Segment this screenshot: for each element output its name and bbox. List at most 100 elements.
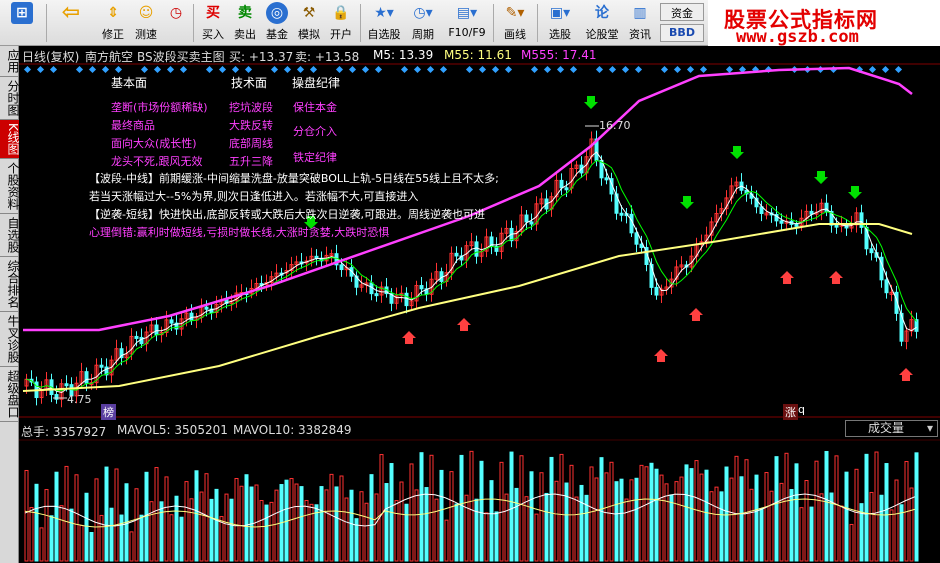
sidebar-tab[interactable]: 超级盘口 bbox=[0, 367, 20, 422]
period-button[interactable]: ◷▾ 周期 bbox=[406, 2, 440, 44]
volume-bar bbox=[69, 508, 74, 562]
volume-bar bbox=[294, 483, 299, 562]
home-button[interactable]: ⊞ bbox=[4, 2, 40, 44]
col2-item: 底部周线 bbox=[229, 137, 273, 150]
sidebar-tab[interactable]: 自选股 bbox=[0, 214, 20, 257]
signal-diamond bbox=[491, 65, 500, 74]
signal-diamond bbox=[101, 65, 110, 74]
buy-arrow-icon bbox=[899, 368, 913, 381]
signal-diamond bbox=[608, 65, 617, 74]
volume-bar bbox=[849, 523, 854, 562]
volume-bar bbox=[234, 478, 239, 562]
volume-bar bbox=[114, 468, 119, 562]
volume-bar bbox=[399, 481, 404, 562]
volume-bar bbox=[549, 456, 554, 562]
speed-test-button[interactable]: ☺ 测速 bbox=[131, 2, 161, 44]
capital-button[interactable]: 资金 bbox=[660, 3, 704, 21]
volume-bar bbox=[329, 473, 334, 562]
kline-chart[interactable] bbox=[19, 46, 940, 563]
volume-bar bbox=[719, 491, 724, 562]
f10-button[interactable]: ▤▾ F10/F9 bbox=[444, 2, 490, 44]
draw-line-label: 画线 bbox=[504, 28, 526, 41]
revise-button[interactable]: ⇕ 修正 bbox=[97, 2, 129, 44]
volume-bar bbox=[704, 469, 709, 562]
volume-bar bbox=[44, 489, 49, 562]
news-label: 资讯 bbox=[629, 28, 651, 41]
signal-diamond bbox=[465, 65, 474, 74]
sidebar-tab[interactable]: 应用 bbox=[0, 46, 20, 77]
volume-bar bbox=[649, 462, 654, 562]
volume-bar bbox=[629, 479, 634, 562]
news-button[interactable]: ▥ 资讯 bbox=[624, 2, 656, 44]
fund-button[interactable]: ◎ 基金 bbox=[262, 2, 292, 44]
sidebar-tab[interactable]: 综合排名 bbox=[0, 257, 20, 312]
sell-arrow-icon bbox=[680, 196, 694, 209]
signal-diamond bbox=[543, 65, 552, 74]
sidebar-tab[interactable]: 分时图 bbox=[0, 77, 20, 120]
volume-bar bbox=[369, 474, 374, 562]
volume-bar bbox=[604, 472, 609, 562]
volume-bar bbox=[884, 463, 889, 562]
mavol10-value: MAVOL10: 3382849 bbox=[233, 423, 352, 437]
candle-body bbox=[64, 383, 69, 387]
clock-button[interactable]: ◷ bbox=[163, 2, 189, 44]
volume-bar bbox=[479, 460, 484, 562]
volume-bar bbox=[24, 469, 29, 562]
q-badge[interactable]: q bbox=[798, 403, 805, 416]
candle-body bbox=[779, 220, 784, 224]
volume-bar bbox=[349, 489, 354, 562]
rank-badge[interactable]: 榜 bbox=[101, 404, 116, 420]
volume-bar bbox=[644, 466, 649, 562]
sidebar-tab[interactable]: 个股资料 bbox=[0, 159, 20, 214]
sidebar-tab[interactable]: K线图 bbox=[0, 120, 20, 159]
candle-body bbox=[604, 177, 609, 181]
sell-arrow-icon bbox=[584, 96, 598, 109]
candle-body bbox=[529, 221, 534, 225]
simulate-button[interactable]: ⚒ 模拟 bbox=[294, 2, 324, 44]
buy-arrow-icon bbox=[829, 271, 843, 284]
stock-screen-button[interactable]: ▣▾ 选股 bbox=[542, 2, 578, 44]
volume-bar bbox=[29, 507, 34, 562]
volume-indicator-select[interactable]: 成交量 ▾ bbox=[845, 420, 938, 437]
volume-bar bbox=[324, 489, 329, 562]
bbd-label: BBD bbox=[669, 26, 695, 39]
ma55-value: M55: 11.61 bbox=[444, 48, 512, 62]
volume-bar bbox=[209, 498, 214, 562]
open-account-button[interactable]: 🔒 开户 bbox=[326, 2, 356, 44]
volume-bar bbox=[164, 476, 169, 562]
rise-badge[interactable]: 涨 bbox=[783, 404, 798, 420]
draw-line-button[interactable]: ✎▾ 画线 bbox=[497, 2, 533, 44]
sell-arrow-icon bbox=[730, 146, 744, 159]
volume-bar bbox=[444, 519, 449, 562]
volume-bar bbox=[894, 479, 899, 562]
signal-diamond bbox=[673, 65, 682, 74]
volume-bar bbox=[119, 514, 124, 562]
forum-button[interactable]: 论 论股堂 bbox=[582, 2, 622, 44]
volume-bar bbox=[659, 474, 664, 562]
col2-item: 挖坑波段 bbox=[229, 101, 273, 114]
watchlist-button[interactable]: ★▾ 自选股 bbox=[364, 2, 404, 44]
volume-bar bbox=[274, 489, 279, 562]
sidebar: 应用 分时图 K线图 个股资料 自选股 综合排名 牛叉诊股 超级盘口 bbox=[0, 46, 20, 563]
forum-icon: 论 bbox=[595, 5, 609, 21]
sell-button[interactable]: 卖 卖出 bbox=[230, 2, 260, 44]
volume-bar bbox=[569, 464, 574, 562]
ma555-value: M555: 17.41 bbox=[521, 48, 597, 62]
back-button[interactable]: ⇦ bbox=[56, 2, 86, 44]
signal-diamond bbox=[49, 65, 58, 74]
signal-diamond bbox=[179, 65, 188, 74]
candle-body bbox=[84, 371, 89, 384]
capital-label: 资金 bbox=[671, 7, 693, 20]
signal-diamond bbox=[504, 65, 513, 74]
volume-bar bbox=[374, 493, 379, 562]
buy-button[interactable]: 买 买入 bbox=[198, 2, 228, 44]
volume-bar bbox=[564, 482, 569, 562]
bbd-button[interactable]: BBD bbox=[660, 24, 704, 42]
volume-bar bbox=[434, 498, 439, 562]
candle-body bbox=[204, 306, 209, 310]
sell-value: 卖: +13.58 bbox=[295, 50, 360, 64]
candle-body bbox=[619, 212, 624, 216]
sidebar-tab[interactable]: 牛叉诊股 bbox=[0, 312, 20, 367]
sell-label: 卖出 bbox=[234, 28, 256, 41]
star-folder-icon: ★▾ bbox=[374, 5, 394, 21]
